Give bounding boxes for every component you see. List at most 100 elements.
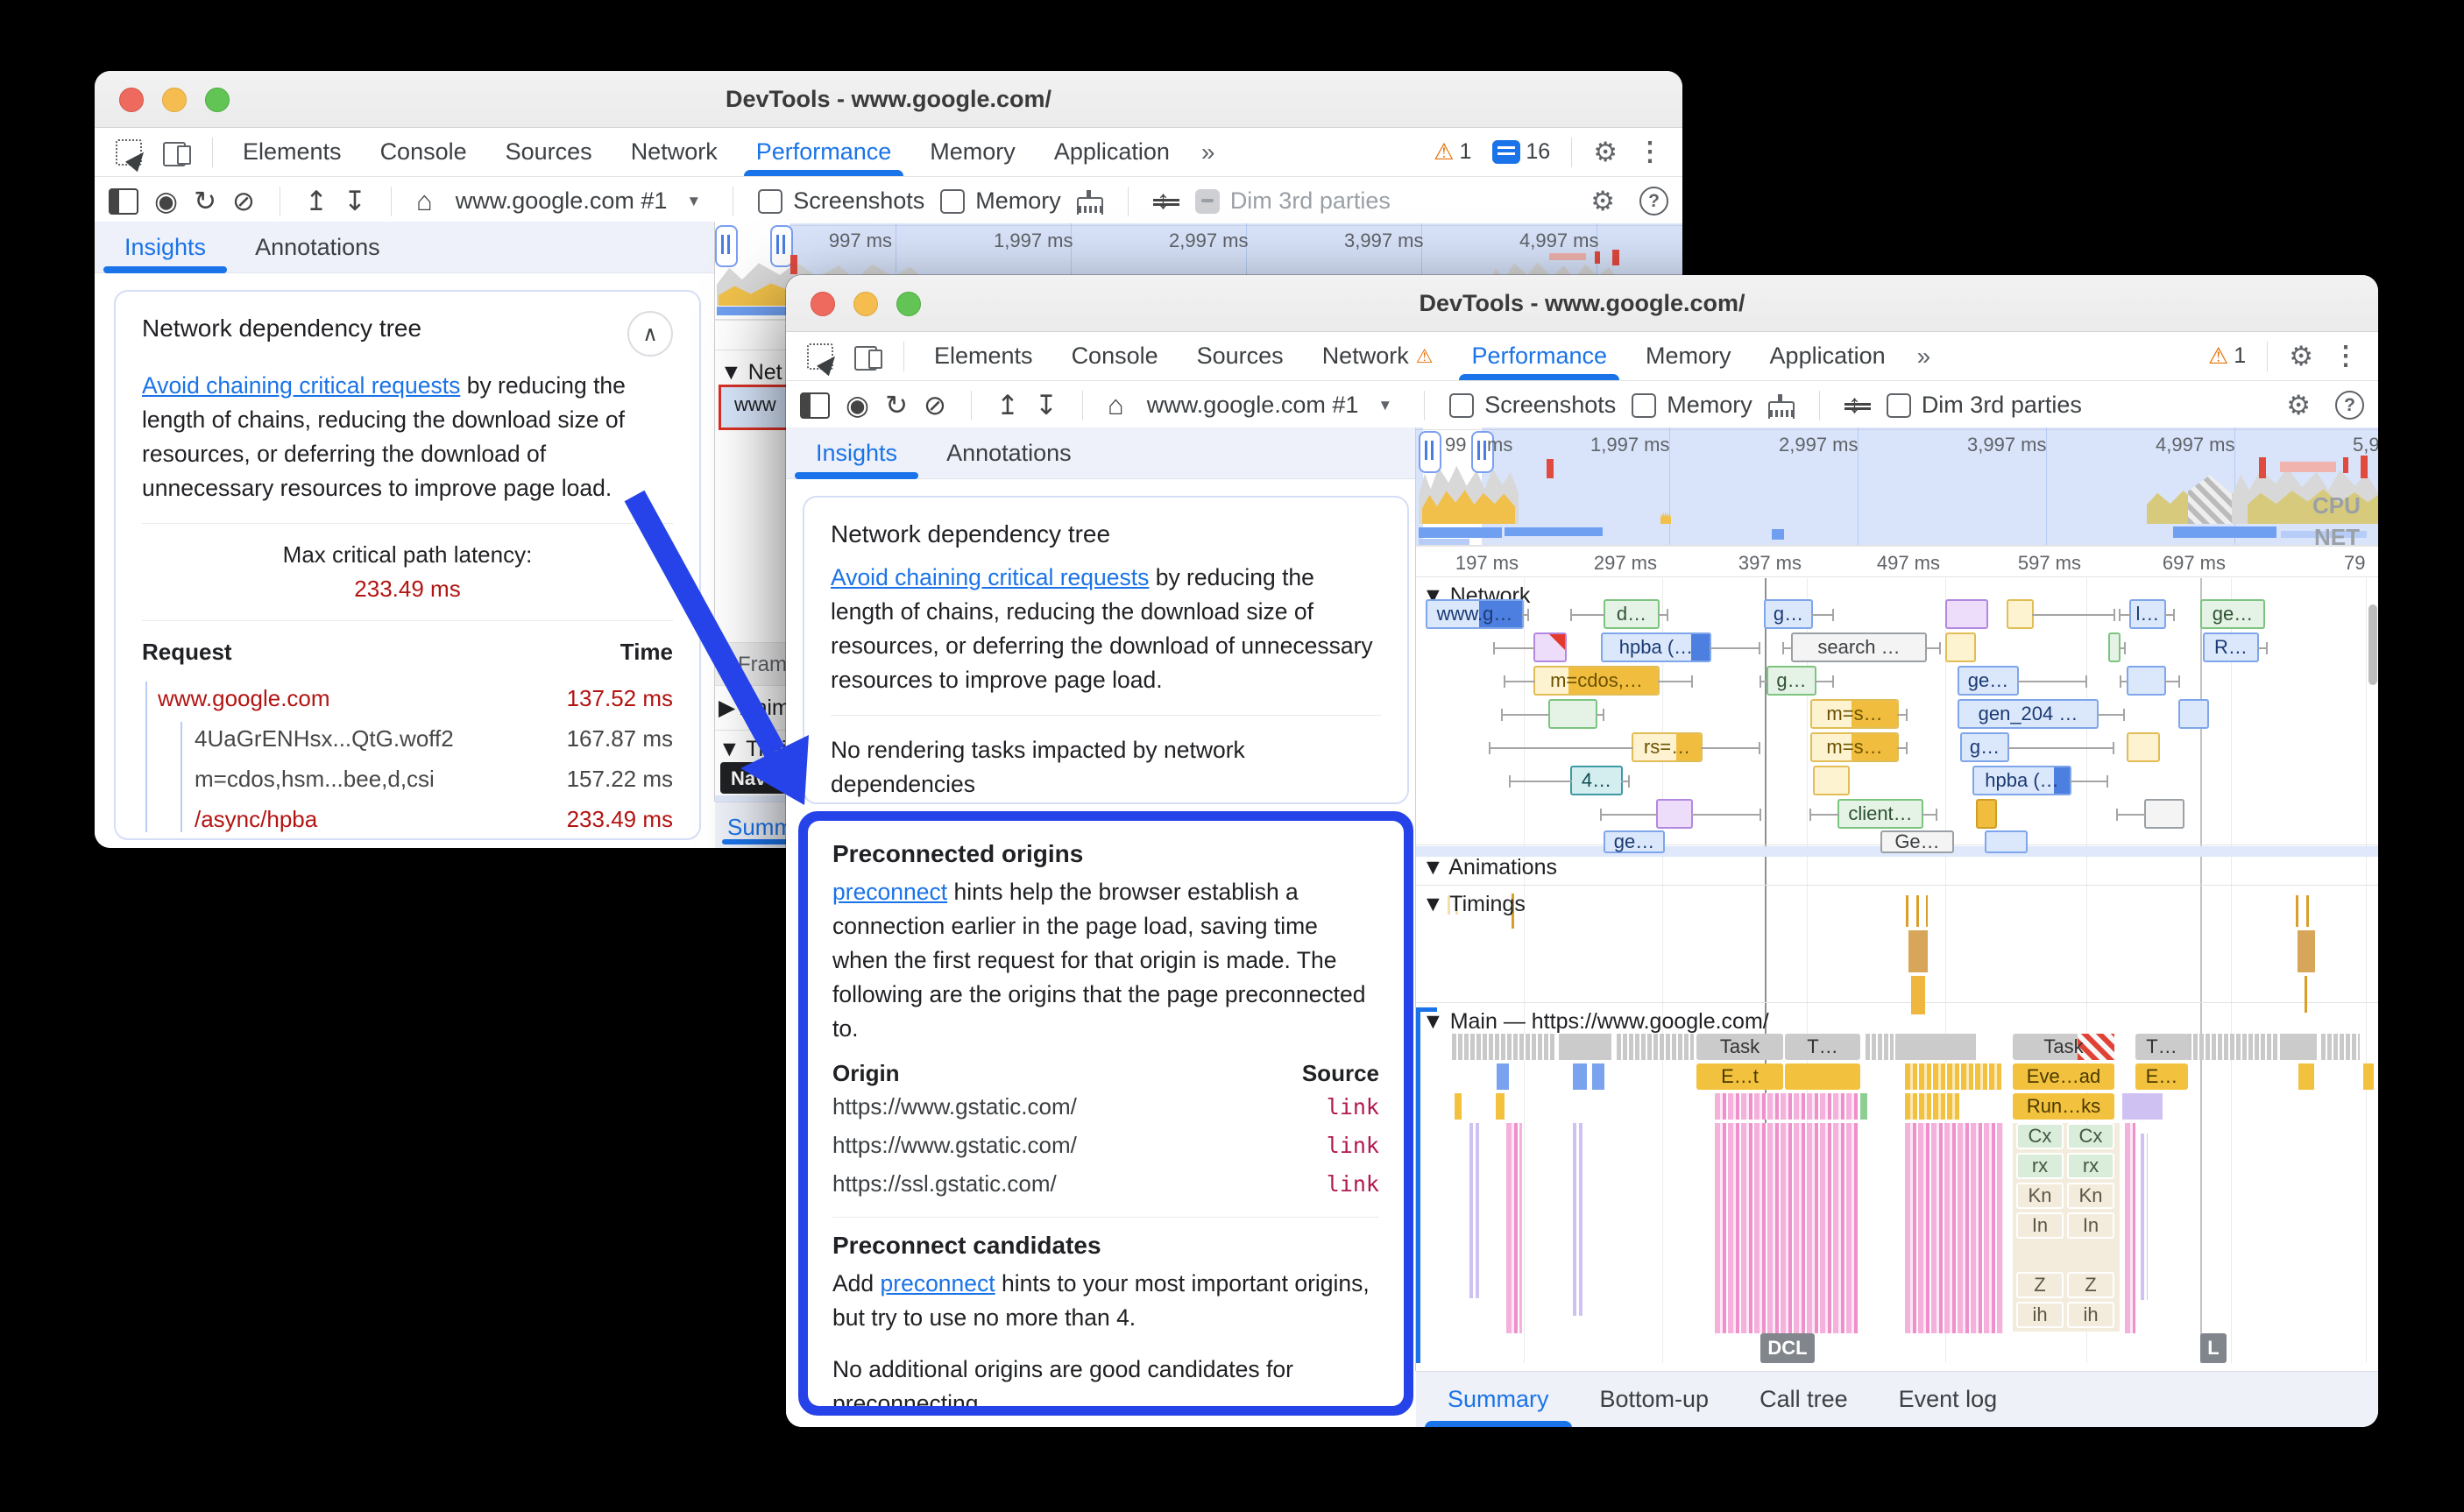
collect-garbage-icon[interactable] xyxy=(1077,197,1103,215)
avoid-chaining-link[interactable]: Avoid chaining critical requests xyxy=(831,564,1149,590)
flame-item[interactable]: R… xyxy=(2203,632,2259,662)
memory-checkbox[interactable]: Memory xyxy=(1632,392,1752,419)
flame-item[interactable] xyxy=(1785,1063,1860,1090)
flame-item[interactable]: In xyxy=(2067,1212,2114,1239)
settings-gear-icon[interactable]: ⚙ xyxy=(1584,137,1626,168)
tab-elements[interactable]: Elements xyxy=(225,128,359,176)
capture-settings-gear-icon[interactable]: ⚙ xyxy=(1582,186,1624,217)
more-tabs-icon[interactable]: » xyxy=(1907,343,1942,371)
flame-item[interactable]: E…t xyxy=(1696,1063,1783,1090)
tab-insights[interactable]: Insights xyxy=(103,222,227,272)
reload-record-icon[interactable]: ↻ xyxy=(885,392,908,419)
titlebar[interactable]: DevTools - www.google.com/ xyxy=(95,71,1682,128)
flame-item[interactable] xyxy=(2127,732,2160,762)
flame-item[interactable]: client… xyxy=(1837,799,1923,829)
flame-item[interactable] xyxy=(1945,599,1988,629)
help-icon[interactable]: ? xyxy=(1639,187,1668,215)
flame-item[interactable]: Task xyxy=(2013,1034,2114,1060)
flame-item[interactable] xyxy=(2178,699,2209,729)
tab-annotations[interactable]: Annotations xyxy=(925,427,1093,478)
record-icon[interactable]: ◉ xyxy=(846,392,869,419)
settings-gear-icon[interactable]: ⚙ xyxy=(2280,341,2322,372)
device-toolbar-icon[interactable] xyxy=(163,140,191,165)
flame-item[interactable]: ge… xyxy=(1958,666,2019,696)
flame-item[interactable]: rs=… xyxy=(1632,732,1703,762)
close-button[interactable] xyxy=(811,292,835,316)
flame-item[interactable]: Z xyxy=(2067,1272,2114,1298)
avoid-chaining-link[interactable]: Avoid chaining critical requests xyxy=(142,372,460,399)
tab-network[interactable]: Network⚠ xyxy=(1305,332,1451,380)
tab-sources[interactable]: Sources xyxy=(488,128,610,176)
table-row[interactable]: https://www.gstatic.com/ link xyxy=(832,1087,1379,1126)
flame-item[interactable]: www.g… xyxy=(1426,599,1524,629)
target-selector[interactable]: www.google.com #1▼ xyxy=(449,187,708,215)
flame-item[interactable]: Kn xyxy=(2067,1183,2114,1209)
flame-item[interactable] xyxy=(2007,599,2034,629)
record-icon[interactable]: ◉ xyxy=(154,187,178,215)
screenshots-checkbox[interactable]: Screenshots xyxy=(1449,392,1616,419)
toggle-sidebar-icon[interactable] xyxy=(109,188,138,215)
kebab-menu-icon[interactable]: ⋮ xyxy=(2326,341,2366,371)
flame-item[interactable]: search … xyxy=(1791,632,1927,662)
target-selector[interactable]: www.google.com #1▼ xyxy=(1140,392,1399,419)
titlebar[interactable]: DevTools - www.google.com/ xyxy=(786,275,2378,332)
table-row[interactable]: https://www.gstatic.com/ link xyxy=(832,1126,1379,1164)
flame-item[interactable]: Kn xyxy=(2016,1183,2064,1209)
clear-icon[interactable]: ⊘ xyxy=(232,187,255,215)
flame-item[interactable]: E… xyxy=(2135,1063,2188,1090)
table-row[interactable]: 4UaGrENHsx...QtG.woff2 167.87 ms xyxy=(142,718,673,759)
home-icon[interactable]: ⌂ xyxy=(416,187,433,215)
flame-item[interactable]: g… xyxy=(1764,599,1813,629)
flame-item[interactable]: m=s… xyxy=(1810,699,1899,729)
tab-network[interactable]: Network xyxy=(613,128,735,176)
table-row[interactable]: m=cdos,hsm...bee,d,csi 157.22 ms xyxy=(142,759,673,799)
home-icon[interactable]: ⌂ xyxy=(1108,392,1124,419)
tab-elements[interactable]: Elements xyxy=(917,332,1051,380)
tab-annotations[interactable]: Annotations xyxy=(234,222,401,272)
inspect-element-icon[interactable] xyxy=(116,139,142,166)
inspect-element-icon[interactable] xyxy=(807,343,833,370)
capture-settings-gear-icon[interactable]: ⚙ xyxy=(2277,390,2319,421)
close-button[interactable] xyxy=(119,88,144,112)
kebab-menu-icon[interactable]: ⋮ xyxy=(1630,137,1670,167)
tab-console[interactable]: Console xyxy=(1054,332,1176,380)
tab-performance[interactable]: Performance xyxy=(739,128,910,176)
flame-item[interactable]: 4… xyxy=(1570,766,1623,795)
flame-item[interactable]: m=s… xyxy=(1810,732,1899,762)
flame-item[interactable]: d… xyxy=(1604,599,1660,629)
flame-item[interactable]: Cx xyxy=(2067,1123,2114,1149)
flame-item[interactable]: l… xyxy=(2129,599,2166,629)
network-dependency-tree-card[interactable]: Network dependency tree ∧ Avoid chaining… xyxy=(114,290,701,840)
flame-item[interactable]: ih xyxy=(2016,1302,2064,1328)
minimize-button[interactable] xyxy=(162,88,187,112)
tab-memory[interactable]: Memory xyxy=(1628,332,1749,380)
flame-item[interactable]: Task xyxy=(1696,1034,1783,1060)
tab-application[interactable]: Application xyxy=(1037,128,1187,176)
warnings-badge[interactable]: ⚠1 xyxy=(1425,138,1480,166)
flame-item[interactable]: gen_204 … xyxy=(1958,699,2099,729)
flame-item[interactable] xyxy=(2144,799,2184,829)
zoom-button[interactable] xyxy=(896,292,921,316)
tab-bottom-up[interactable]: Bottom-up xyxy=(1577,1372,1732,1428)
flame-item[interactable]: g… xyxy=(1960,732,2009,762)
flame-item[interactable] xyxy=(1976,799,1997,829)
table-row[interactable]: /async/hpba 233.49 ms xyxy=(142,799,673,839)
help-icon[interactable]: ? xyxy=(2335,391,2364,420)
network-dependency-tree-card[interactable]: Network dependency tree Avoid chaining c… xyxy=(803,496,1409,804)
flame-item[interactable]: rx xyxy=(2016,1153,2064,1179)
upload-profile-icon[interactable]: ↥ xyxy=(305,187,328,215)
memory-checkbox[interactable]: Memory xyxy=(940,187,1061,215)
tab-performance[interactable]: Performance xyxy=(1454,332,1625,380)
preconnected-origins-card[interactable]: Preconnected origins preconnect hints he… xyxy=(808,821,1404,1406)
flame-item[interactable]: ih xyxy=(2067,1302,2114,1328)
flame-item[interactable]: ge… xyxy=(1604,830,1665,853)
reload-record-icon[interactable]: ↻ xyxy=(194,187,216,215)
flame-item[interactable]: Run…ks xyxy=(2013,1093,2114,1120)
flame-item[interactable]: hpba (… xyxy=(1972,766,2071,795)
shortcuts-dialog-icon[interactable] xyxy=(1153,187,1179,215)
flame-item[interactable] xyxy=(1813,766,1850,795)
flame-item[interactable]: L xyxy=(2200,1333,2227,1363)
table-row[interactable]: www.google.com 137.52 ms xyxy=(142,678,673,718)
tab-sources[interactable]: Sources xyxy=(1179,332,1301,380)
flame-item[interactable] xyxy=(2127,666,2166,696)
